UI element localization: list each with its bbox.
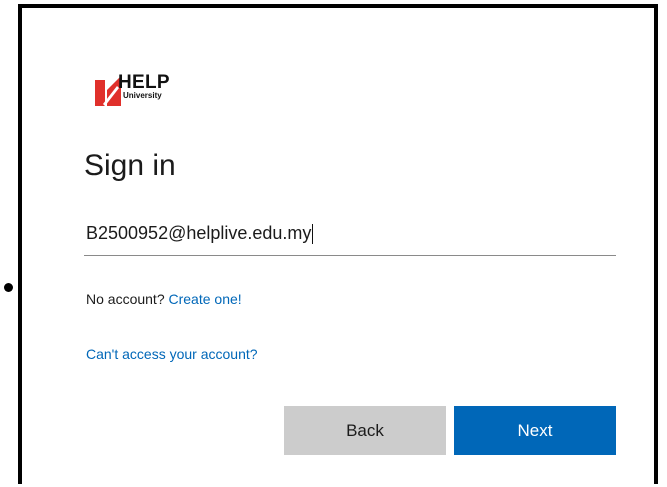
back-button[interactable]: Back [284,406,446,455]
page-title: Sign in [84,149,176,182]
no-account-row: No account? Create one! [86,290,242,308]
next-button[interactable]: Next [454,406,616,455]
logo-subtitle: University [123,91,162,100]
no-account-text: No account? [86,291,165,307]
logo-name: HELP [118,72,170,93]
help-university-logo: HELP University [95,73,215,113]
create-account-link[interactable]: Create one! [169,291,242,307]
email-field[interactable]: B2500952@helplive.edu.my [84,204,616,256]
bullet-dot [4,283,13,292]
text-caret [312,224,314,245]
cant-access-account-link[interactable]: Can't access your account? [86,345,258,363]
email-field-value[interactable]: B2500952@helplive.edu.my [86,221,314,245]
